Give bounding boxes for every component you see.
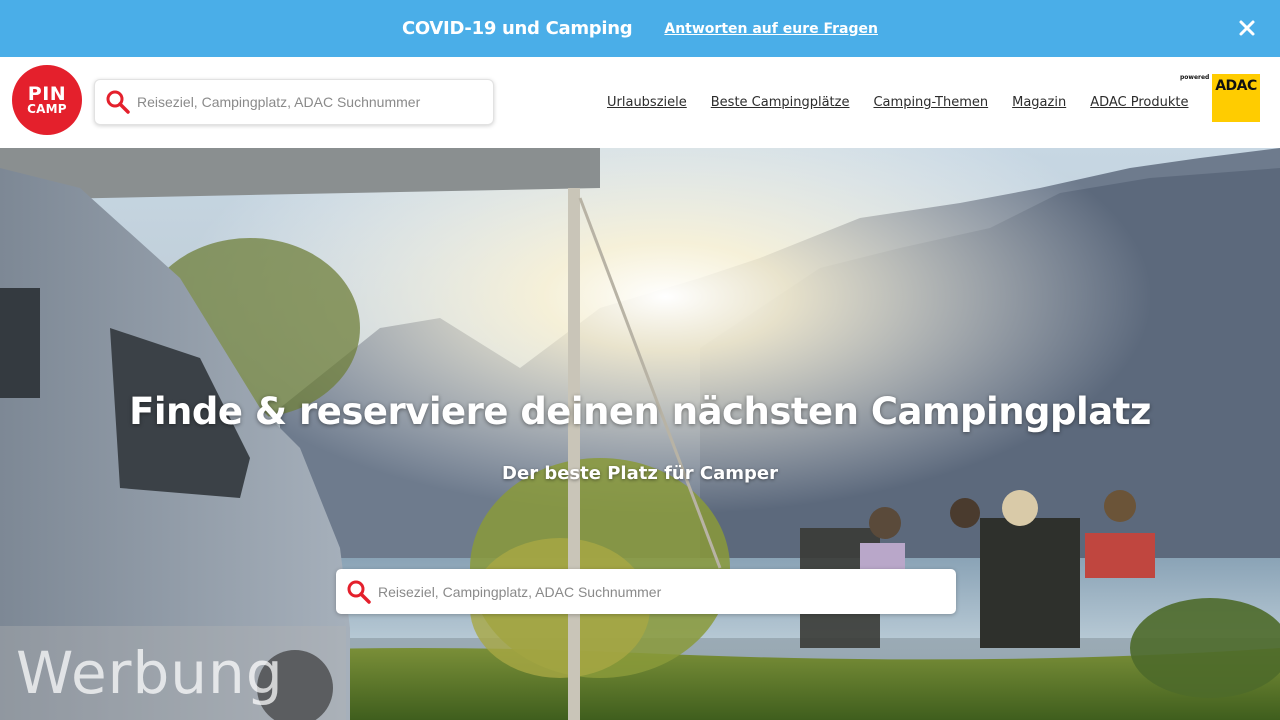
advertisement-label-text: Werbung <box>16 639 284 707</box>
nav-camping-themen[interactable]: Camping-Themen <box>873 95 988 110</box>
site-header: PIN CAMP Urlaubsziele Beste Campingplätz… <box>0 57 1280 148</box>
search-icon <box>105 89 131 115</box>
nav-urlaubsziele[interactable]: Urlaubsziele <box>607 95 687 110</box>
hero-subtitle: Der beste Platz für Camper <box>502 463 778 484</box>
search-icon <box>346 579 372 605</box>
hero-search-box[interactable] <box>336 569 956 614</box>
nav-magazin[interactable]: Magazin <box>1012 95 1066 110</box>
banner-title: COVID-19 und Camping <box>402 18 633 39</box>
nav-adac-produkte[interactable]: ADAC Produkte <box>1090 95 1188 110</box>
logo-text-bottom: CAMP <box>27 101 67 116</box>
hero-search-input[interactable] <box>378 576 938 607</box>
adac-logo[interactable]: ADAC <box>1212 74 1260 122</box>
pincamp-logo[interactable]: PIN CAMP <box>12 65 82 135</box>
advertisement-label: Werbung <box>0 626 346 720</box>
logo-text-top: PIN <box>27 82 67 105</box>
header-search-box[interactable] <box>94 79 494 125</box>
hero-section: Finde & reserviere deinen nächsten Campi… <box>0 148 1280 720</box>
nav-beste-campingplaetze[interactable]: Beste Campingplätze <box>711 95 850 110</box>
hero-title: Finde & reserviere deinen nächsten Campi… <box>129 390 1151 433</box>
banner-faq-link[interactable]: Antworten auf eure Fragen <box>664 21 878 37</box>
close-icon[interactable] <box>1236 17 1258 39</box>
main-nav: Urlaubsziele Beste Campingplätze Camping… <box>607 95 1189 110</box>
covid-banner: COVID-19 und Camping Antworten auf eure … <box>0 0 1280 57</box>
header-search-input[interactable] <box>137 87 477 117</box>
